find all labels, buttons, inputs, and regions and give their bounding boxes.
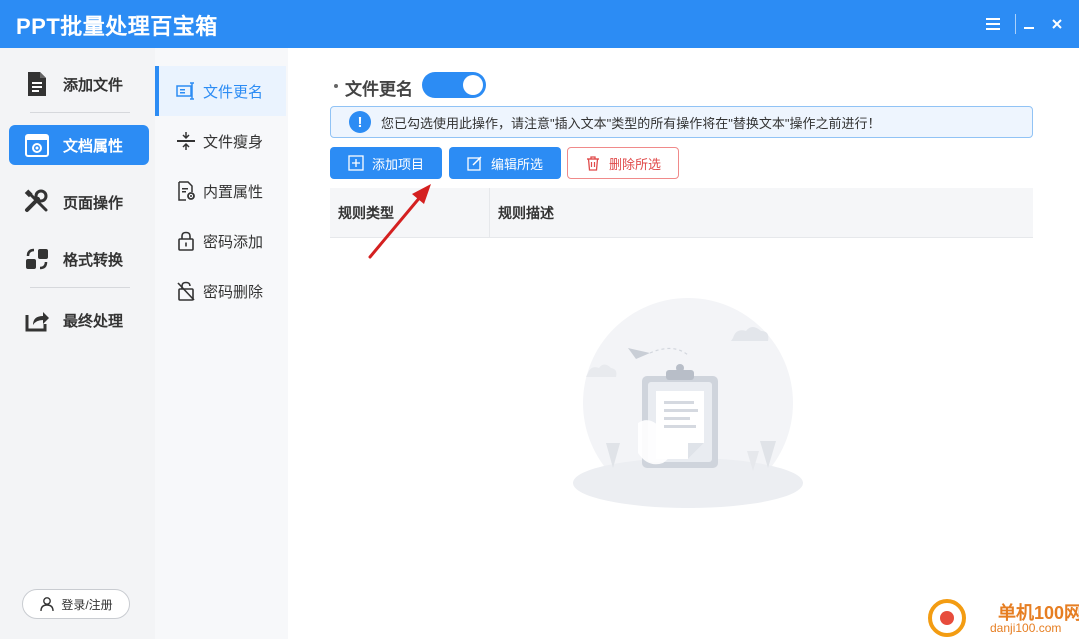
- rename-icon: [175, 80, 197, 102]
- edit-selected-label: 编辑所选: [490, 156, 543, 172]
- sub-nav-label: 文件瘦身: [203, 133, 264, 151]
- export-share-icon: [23, 306, 51, 334]
- doc-settings-icon: [23, 131, 51, 159]
- section-bullet: [334, 84, 338, 88]
- tools-icon: [23, 188, 51, 216]
- watermark-logo-icon: [928, 599, 966, 637]
- sub-nav-label: 密码添加: [203, 233, 264, 251]
- nav-item-add-file[interactable]: 添加文件: [9, 64, 149, 104]
- edit-selected-button[interactable]: 编辑所选: [449, 147, 561, 179]
- left-nav: 添加文件 文档属性 页面操作 格式转换 最终处理 登录/注册: [0, 48, 155, 639]
- watermark: 单机100网 danji100.com: [928, 597, 1079, 639]
- title-bar: PPT批量处理百宝箱: [0, 0, 1079, 48]
- user-icon: [40, 597, 55, 612]
- empty-state-illustration: [573, 298, 803, 508]
- add-item-button[interactable]: 添加项目: [330, 147, 442, 179]
- sub-item-password-add[interactable]: 密码添加: [155, 216, 286, 266]
- sub-item-compress[interactable]: 文件瘦身: [155, 116, 286, 166]
- nav-divider: [30, 287, 130, 288]
- toggle-knob: [463, 75, 483, 95]
- watermark-en: danji100.com: [990, 621, 1062, 635]
- rename-enable-toggle[interactable]: [422, 72, 486, 98]
- nav-item-format-convert[interactable]: 格式转换: [9, 239, 149, 279]
- sub-item-builtin-props[interactable]: 内置属性: [155, 166, 286, 216]
- sub-nav: 文件更名 文件瘦身 内置属性 密码添加 密码删除: [155, 48, 288, 639]
- edit-icon: [467, 156, 482, 171]
- sub-nav-label: 文件更名: [203, 83, 264, 101]
- column-header-rule-type: 规则类型: [330, 188, 490, 237]
- file-add-icon: [23, 70, 51, 98]
- section-title: 文件更名: [345, 80, 413, 99]
- delete-selected-label: 删除所选: [608, 156, 661, 172]
- rules-table-header: 规则类型 规则描述: [330, 188, 1033, 238]
- nav-label: 文档属性: [63, 137, 124, 155]
- app-title: PPT批量处理百宝箱: [16, 14, 218, 39]
- compress-icon: [175, 130, 197, 152]
- titlebar-separator: [1015, 14, 1016, 34]
- sub-item-password-remove[interactable]: 密码删除: [155, 266, 286, 316]
- notice-banner: ! 您已勾选使用此操作，请注意"插入文本"类型的所有操作将在"替换文本"操作之前…: [330, 106, 1033, 138]
- info-icon: !: [349, 111, 371, 133]
- nav-label: 格式转换: [63, 251, 124, 269]
- sub-nav-label: 内置属性: [203, 183, 264, 201]
- nav-label: 页面操作: [63, 194, 124, 212]
- main-panel: 文件更名 ! 您已勾选使用此操作，请注意"插入文本"类型的所有操作将在"替换文本…: [288, 48, 1079, 639]
- nav-item-doc-properties[interactable]: 文档属性: [9, 125, 149, 165]
- column-header-rule-description: 规则描述: [498, 204, 554, 221]
- notice-text: 您已勾选使用此操作，请注意"插入文本"类型的所有操作将在"替换文本"操作之前进行…: [381, 115, 881, 131]
- nav-label: 最终处理: [63, 312, 124, 330]
- format-convert-icon: [23, 245, 51, 273]
- login-label: 登录/注册: [61, 597, 113, 612]
- sub-nav-label: 密码删除: [203, 283, 264, 301]
- nav-item-final-processing[interactable]: 最终处理: [9, 300, 149, 340]
- doc-props-icon: [175, 180, 197, 202]
- unlock-icon: [175, 280, 197, 302]
- trash-icon: [586, 156, 599, 171]
- sub-item-rename[interactable]: 文件更名: [155, 66, 286, 116]
- lock-icon: [175, 230, 197, 252]
- nav-label: 添加文件: [63, 76, 124, 94]
- close-icon[interactable]: [1045, 12, 1069, 36]
- plus-box-icon: [348, 155, 364, 171]
- menu-icon[interactable]: [981, 12, 1005, 36]
- add-item-label: 添加项目: [371, 156, 424, 172]
- nav-item-page-operations[interactable]: 页面操作: [9, 182, 149, 222]
- minimize-icon[interactable]: [1017, 12, 1041, 36]
- delete-selected-button[interactable]: 删除所选: [567, 147, 679, 179]
- login-register-button[interactable]: 登录/注册: [22, 589, 130, 619]
- nav-divider: [30, 112, 130, 113]
